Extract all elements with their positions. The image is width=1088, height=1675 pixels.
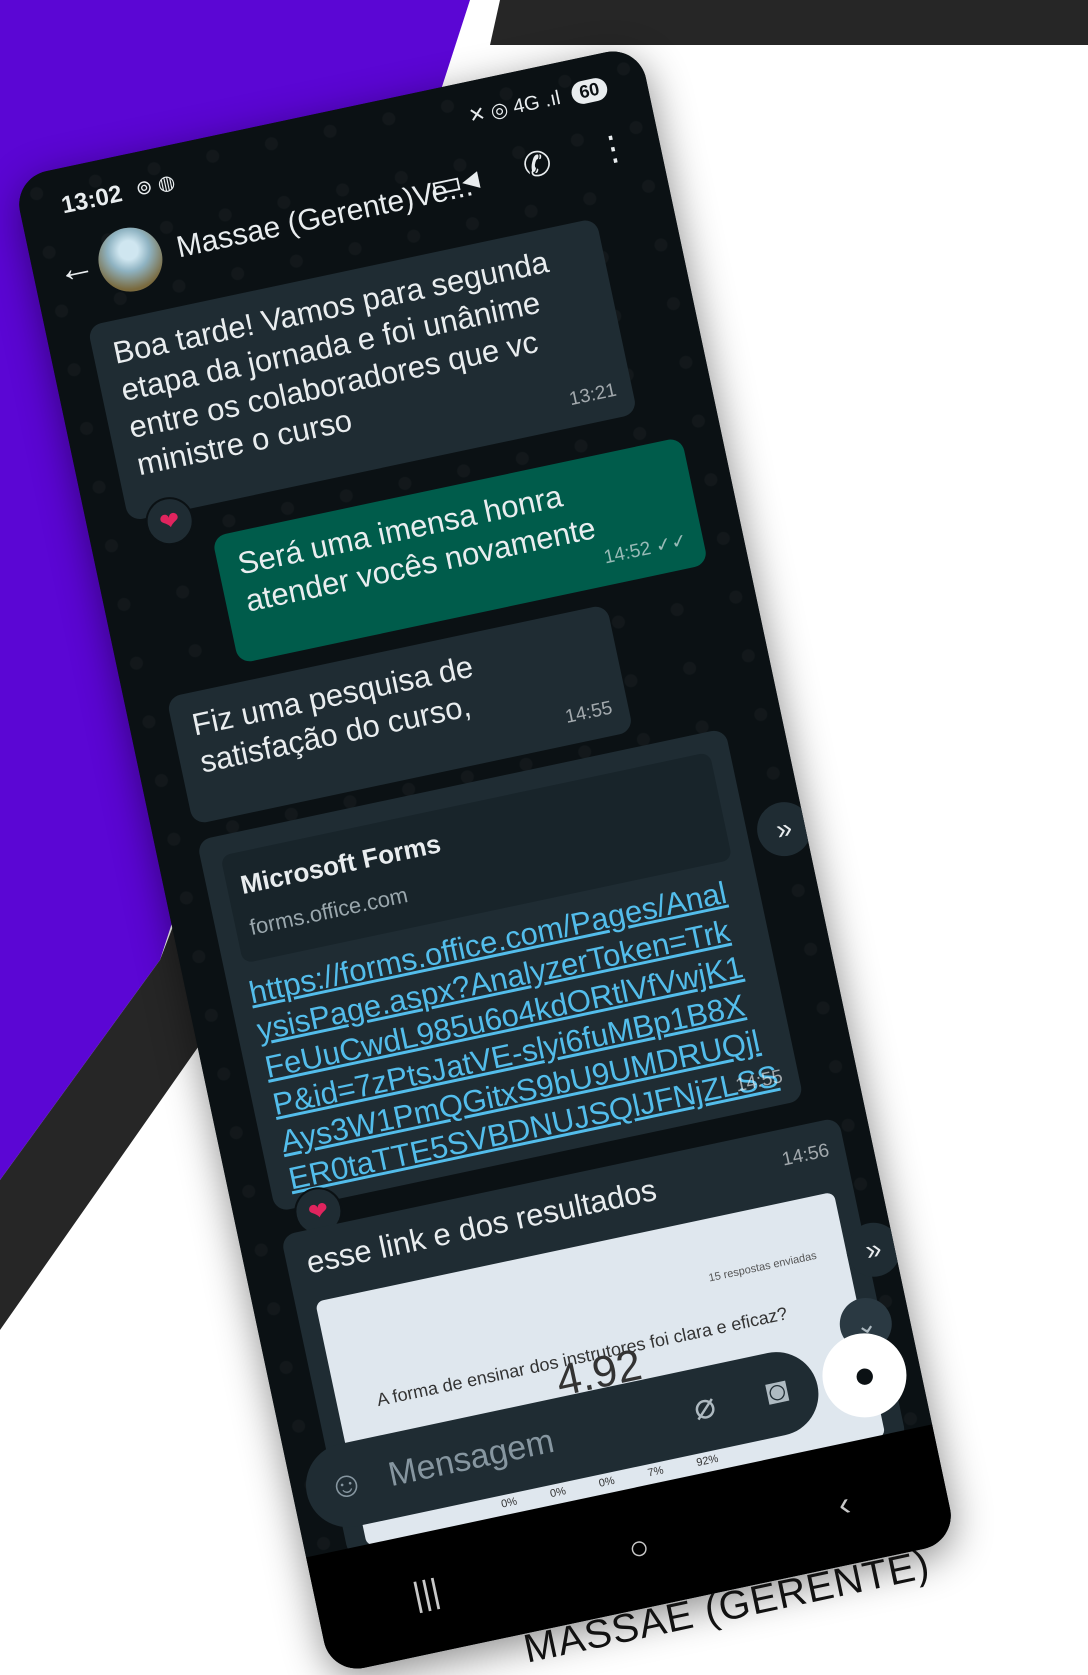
recents-icon[interactable]: ||| (409, 1571, 443, 1615)
phone-call-icon[interactable]: ✆ (519, 142, 555, 187)
status-time: 13:02 (59, 180, 125, 220)
message-time: 14:55 (733, 1066, 785, 1097)
home-icon[interactable]: ○ (625, 1527, 653, 1569)
attach-icon[interactable]: ⌀ (690, 1383, 720, 1429)
signal-icon: ✕ ◎ 4G .ıl (466, 86, 563, 128)
emoji-icon[interactable]: ☺ (324, 1460, 369, 1509)
message-input[interactable]: Mensagem (385, 1422, 558, 1495)
message-time: 14:55 (563, 697, 615, 728)
battery-icon: 60 (569, 75, 610, 106)
avatar[interactable] (92, 221, 169, 298)
message-time: 14:52 ✓✓ (601, 530, 690, 569)
back-nav-icon[interactable]: ‹ (835, 1484, 854, 1525)
responses-count: 15 respostas enviadas (707, 1249, 818, 1285)
message-time: 14:56 (780, 1140, 832, 1171)
more-options-icon[interactable]: ⋮ (592, 126, 634, 172)
status-left-icons: ⊚ ◍ (133, 170, 178, 201)
back-arrow-icon[interactable]: ← (53, 244, 99, 294)
message-time: 13:21 (567, 379, 619, 411)
camera-icon[interactable]: ◙ (762, 1368, 792, 1414)
dark-shape-top (490, 0, 1088, 45)
